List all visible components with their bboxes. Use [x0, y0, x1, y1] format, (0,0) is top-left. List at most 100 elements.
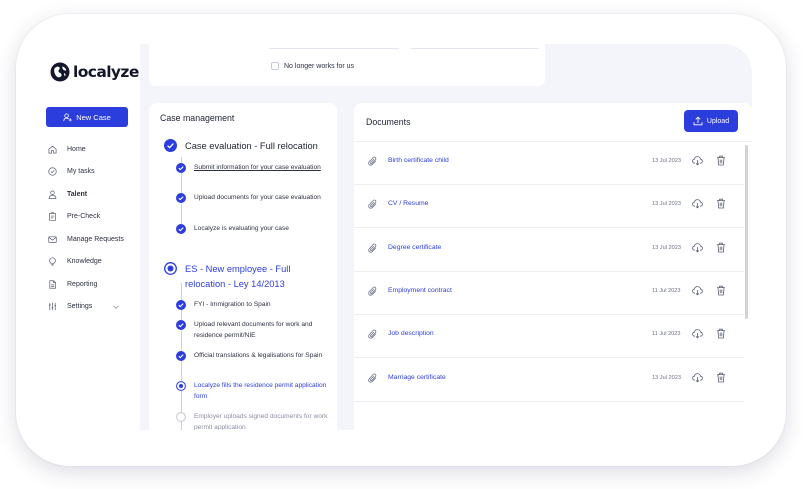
- radio-current-icon: [164, 262, 177, 275]
- document-date: 11 Jul 2023: [652, 287, 681, 294]
- step-submit-information[interactable]: Submit information for your case evaluat…: [176, 163, 329, 174]
- sidebar-item-knowledge[interactable]: Knowledge: [44, 251, 140, 274]
- globe-logo-icon: [50, 62, 70, 82]
- cloud-download-icon[interactable]: [692, 155, 703, 166]
- radio-current-icon: [176, 381, 186, 391]
- document-row[interactable]: CV / Resume 13 Jul 2023: [354, 185, 744, 229]
- trash-icon[interactable]: [716, 285, 726, 296]
- sidebar-item-home[interactable]: Home: [44, 138, 140, 161]
- cloud-download-icon[interactable]: [692, 372, 703, 383]
- document-date: 13 Jul 2023: [652, 244, 681, 251]
- document-row[interactable]: Degree certificate 13 Jul 2023: [354, 229, 744, 272]
- sidebar-item-talent[interactable]: Talent: [44, 183, 140, 206]
- step-upload-relevant-documents: Upload relevant documents for work and r…: [176, 320, 329, 342]
- step-fyi-immigration: FYI - Immigration to Spain: [176, 300, 329, 311]
- phase-title: Case evaluation - Full relocation: [185, 141, 318, 151]
- phase-case-evaluation[interactable]: Case evaluation - Full relocation: [164, 139, 318, 154]
- document-date: 13 Jul 2023: [652, 158, 681, 164]
- document-name[interactable]: Job description: [388, 330, 434, 337]
- check-circle-icon: [48, 167, 57, 176]
- step-official-translations: Official translations & legalisations fo…: [176, 351, 329, 362]
- sidebar-item-label: My tasks: [67, 168, 95, 176]
- check-circle-filled-icon: [176, 163, 186, 173]
- sidebar-item-label: Reporting: [67, 280, 98, 288]
- lightbulb-icon: [49, 257, 56, 267]
- sidebar-item-label: Talent: [67, 190, 88, 198]
- checkbox-label: No longer works for us: [284, 62, 355, 70]
- talent-details-card: No longer works for us: [149, 44, 545, 86]
- check-circle-filled-icon: [176, 320, 186, 330]
- no-longer-works-checkbox[interactable]: No longer works for us: [271, 62, 354, 70]
- sidebar-item-settings[interactable]: Settings: [44, 296, 140, 319]
- sidebar-item-label: Knowledge: [67, 258, 102, 266]
- sidebar-item-my-tasks[interactable]: My tasks: [44, 161, 140, 184]
- sidebar-item-manage-requests[interactable]: Manage Requests: [44, 228, 140, 251]
- document-date: 13 Jul 2023: [652, 374, 681, 381]
- document-name[interactable]: Marriage certificate: [388, 374, 446, 381]
- logo[interactable]: localyze: [50, 62, 139, 82]
- document-date: 13 Jul 2023: [652, 201, 681, 208]
- chevron-down-icon[interactable]: [112, 303, 120, 311]
- check-circle-filled-icon: [176, 224, 186, 234]
- step-label: FYI - Immigration to Spain: [194, 301, 271, 308]
- documents-scrollbar[interactable]: [745, 145, 748, 319]
- radio-pending-icon: [176, 412, 186, 422]
- brand-name: localyze: [73, 63, 139, 81]
- upload-button[interactable]: Upload: [684, 110, 738, 132]
- step-employer-uploads: Employer uploads signed documents for wo…: [176, 412, 329, 430]
- input-field-edge: [411, 48, 539, 49]
- document-name[interactable]: Degree certificate: [388, 244, 441, 251]
- documents-card: Documents Upload Birth certificate child…: [354, 103, 752, 430]
- document-row[interactable]: Employment contract 11 Jul 2023: [354, 272, 744, 315]
- step-link[interactable]: Submit information for your case evaluat…: [194, 163, 329, 174]
- phase-es-new-employee[interactable]: ES - New employee - Full relocation - Le…: [164, 262, 320, 291]
- trash-icon[interactable]: [716, 372, 726, 383]
- step-label: Upload documents for your case evaluatio…: [194, 194, 321, 201]
- step-localyze-fills-form: Localyze fills the residence permit appl…: [176, 381, 329, 403]
- document-row[interactable]: Job description 11 Jul 2023: [354, 315, 744, 359]
- case-management-title: Case management: [160, 113, 235, 123]
- documents-title: Documents: [366, 117, 411, 127]
- sidebar-item-label: Manage Requests: [67, 235, 124, 243]
- sidebar-item-reporting[interactable]: Reporting: [44, 273, 140, 296]
- checkbox-box[interactable]: [271, 62, 279, 70]
- app-screen: localyze New Case Home My tasks Talent P…: [44, 44, 752, 430]
- phase-title: ES - New employee - Full relocation - Le…: [185, 264, 291, 289]
- step-localyze-evaluating: Localyze is evaluating your case: [176, 224, 329, 235]
- cloud-download-icon[interactable]: [692, 285, 703, 296]
- case-management-card: Case management Case evaluation - Full r…: [149, 103, 337, 430]
- trash-icon[interactable]: [716, 242, 726, 253]
- sidebar-item-pre-check[interactable]: Pre-Check: [44, 206, 140, 229]
- step-label: Employer uploads signed documents for wo…: [194, 413, 328, 430]
- input-field-edge: [269, 48, 399, 49]
- sidebar-nav: Home My tasks Talent Pre-Check Manage Re…: [44, 138, 140, 318]
- sidebar-item-label: Settings: [67, 303, 93, 311]
- paperclip-icon: [368, 243, 377, 253]
- check-circle-filled-icon: [176, 351, 186, 361]
- document-name[interactable]: Employment contract: [388, 287, 452, 294]
- document-icon: [49, 280, 56, 289]
- new-case-button[interactable]: New Case: [46, 107, 128, 127]
- trash-icon[interactable]: [716, 198, 726, 209]
- cloud-download-icon[interactable]: [692, 242, 703, 253]
- trash-icon[interactable]: [716, 328, 726, 339]
- sidebar: localyze New Case Home My tasks Talent P…: [44, 44, 140, 430]
- clipboard-icon: [48, 212, 57, 222]
- document-name[interactable]: CV / Resume: [388, 200, 428, 207]
- cloud-download-icon[interactable]: [692, 328, 703, 339]
- paperclip-icon: [368, 199, 377, 210]
- paperclip-icon: [368, 373, 377, 383]
- document-row[interactable]: Marriage certificate 13 Jul 2023: [354, 359, 744, 402]
- paperclip-icon: [368, 329, 377, 339]
- home-icon: [48, 145, 57, 154]
- check-circle-filled-icon: [176, 300, 186, 310]
- trash-icon[interactable]: [716, 155, 726, 166]
- document-date: 11 Jul 2023: [652, 331, 681, 338]
- paperclip-icon: [368, 156, 377, 166]
- paperclip-icon: [368, 286, 377, 296]
- document-name[interactable]: Birth certificate child: [388, 157, 449, 164]
- document-row[interactable]: Birth certificate child 13 Jul 2023: [354, 142, 744, 185]
- sidebar-item-label: Home: [67, 145, 86, 153]
- cloud-download-icon[interactable]: [692, 198, 703, 209]
- sidebar-item-label: Pre-Check: [67, 213, 101, 221]
